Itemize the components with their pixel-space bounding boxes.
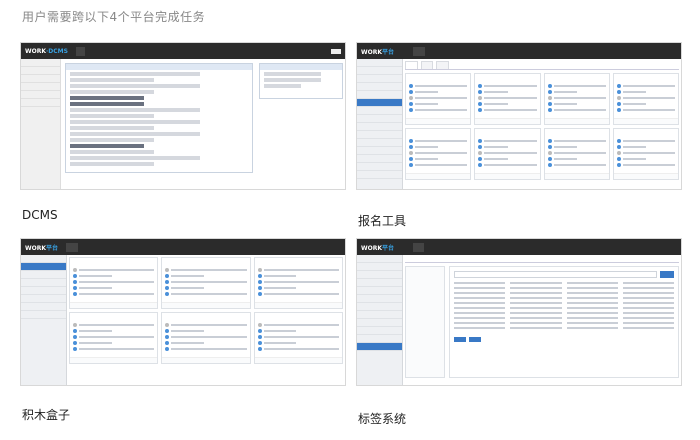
app-logo: WORK平台 xyxy=(361,48,395,56)
sidebar xyxy=(21,59,61,189)
block-card[interactable] xyxy=(69,312,159,364)
caption-jimu-box: 积木盒子 xyxy=(22,408,71,422)
activity-card[interactable] xyxy=(474,73,541,125)
top-navbar: WORK平台 xyxy=(357,43,681,59)
nav-item[interactable] xyxy=(97,245,100,250)
top-navbar: WORK平台 xyxy=(357,239,681,255)
jimu-box-screenshot: WORK平台 xyxy=(20,238,346,386)
activity-card[interactable] xyxy=(474,128,541,180)
top-navbar: WORK平台 xyxy=(21,239,345,255)
signup-tool-screenshot: WORK平台 xyxy=(356,42,682,190)
user-menu[interactable] xyxy=(673,49,677,54)
content-header xyxy=(66,64,252,70)
page-title: 用户需要跨以下4个平台完成任务 xyxy=(22,10,206,24)
caption-tag-system: 标签系统 xyxy=(358,412,407,426)
tab[interactable] xyxy=(405,61,418,69)
tab[interactable] xyxy=(420,61,434,69)
block-card[interactable] xyxy=(161,312,251,364)
tag-list-panel xyxy=(449,266,679,378)
app-logo: WORK平台 xyxy=(361,244,395,252)
caption-dcms: DCMS xyxy=(22,208,58,222)
search-select[interactable] xyxy=(330,48,341,54)
app-logo: WORK平台 xyxy=(25,244,59,252)
nav-item[interactable] xyxy=(432,245,435,250)
sidebar xyxy=(21,255,67,385)
tab[interactable] xyxy=(436,61,449,69)
nav-item[interactable] xyxy=(75,46,86,56)
sidebar xyxy=(357,255,403,385)
app-logo: WORK·DCMS xyxy=(25,47,68,55)
nav-item[interactable] xyxy=(412,242,424,252)
activity-card[interactable] xyxy=(543,73,610,125)
cancel-button[interactable] xyxy=(469,337,481,342)
nav-item[interactable] xyxy=(412,46,426,56)
nav-item[interactable] xyxy=(402,245,405,250)
main-content xyxy=(405,61,679,187)
confirm-button[interactable] xyxy=(454,337,466,342)
sidebar-item[interactable] xyxy=(21,59,60,67)
nav-item[interactable] xyxy=(93,49,94,54)
block-card[interactable] xyxy=(161,257,251,309)
sidebar-item[interactable] xyxy=(21,67,60,75)
block-card[interactable] xyxy=(69,257,159,309)
sidebar-item[interactable] xyxy=(21,83,60,91)
sidebar-item[interactable] xyxy=(21,91,60,99)
tab-bar xyxy=(405,61,679,70)
tag-tree[interactable] xyxy=(405,266,445,378)
search-input[interactable] xyxy=(454,271,657,278)
nav-item[interactable] xyxy=(433,49,436,54)
top-navbar: WORK·DCMS xyxy=(21,43,345,59)
nav-item[interactable] xyxy=(66,242,79,252)
search-button[interactable] xyxy=(660,271,674,278)
activity-card[interactable] xyxy=(405,128,472,180)
side-box xyxy=(259,63,343,99)
block-card[interactable] xyxy=(253,312,343,364)
activity-card[interactable] xyxy=(612,73,679,125)
sidebar-item[interactable] xyxy=(21,99,60,107)
activity-card[interactable] xyxy=(405,73,472,125)
nav-item[interactable] xyxy=(108,245,111,250)
block-card[interactable] xyxy=(253,257,343,309)
activity-card[interactable] xyxy=(543,128,610,180)
dcms-screenshot: WORK·DCMS xyxy=(20,42,346,190)
content-box xyxy=(65,63,253,173)
nav-item[interactable] xyxy=(86,245,89,250)
activity-card[interactable] xyxy=(612,128,679,180)
nav-item[interactable] xyxy=(402,49,405,54)
main-content xyxy=(405,257,679,383)
caption-signup-tool: 报名工具 xyxy=(358,214,407,228)
tag-system-screenshot: WORK平台 xyxy=(356,238,682,386)
user-menu[interactable] xyxy=(673,245,677,250)
main-content xyxy=(69,257,343,383)
user-menu[interactable] xyxy=(337,245,341,250)
sidebar-item[interactable] xyxy=(21,75,60,83)
sidebar xyxy=(357,59,403,189)
